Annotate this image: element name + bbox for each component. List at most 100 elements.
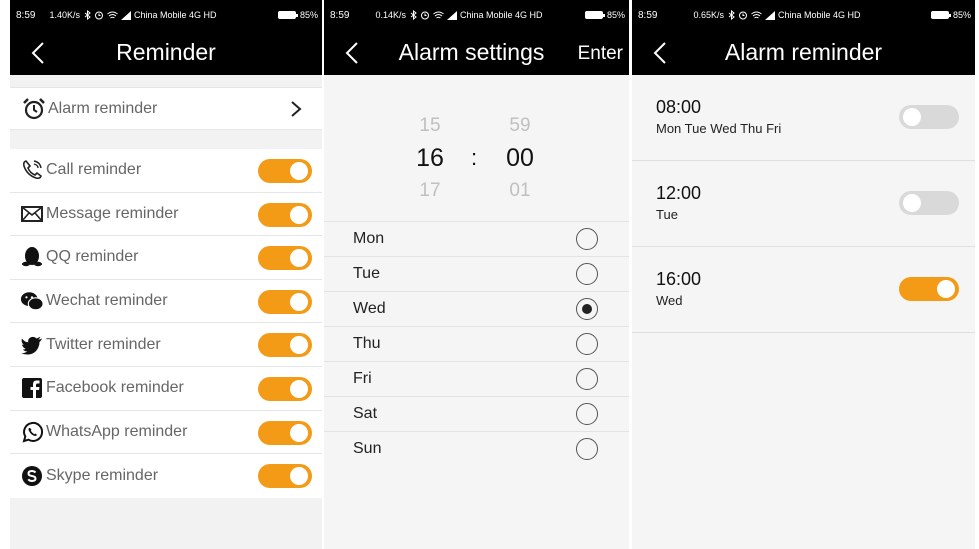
twitter-icon [20,333,44,357]
alarm-status-icon [95,11,103,20]
alarm-time: 16:00 [656,269,702,289]
wifi-icon [107,11,118,18]
whatsapp-reminder-toggle[interactable] [258,420,312,445]
list-item: Call reminder [10,149,322,193]
alarm-days: Mon Tue Wed Thu Fri [656,121,782,136]
alarm-toggle[interactable] [899,191,959,215]
day-radio-sun[interactable] [576,438,598,460]
alarm-list: 08:00 Mon Tue Wed Thu Fri 12:00 Tue 16:0… [632,75,975,333]
day-label: Wed [353,300,386,317]
carrier-label: China Mobile 4G HD [134,10,217,20]
back-arrow-icon[interactable] [650,40,674,66]
list-item: Wechat reminder [10,280,322,324]
alarm-time: 08:00 [656,97,702,117]
bluetooth-icon [84,10,91,20]
title-bar: Alarm reminder [632,30,975,75]
status-bar: 8:59 0.14K/s China Mobile 4G HD 85% [324,0,629,30]
back-arrow-icon[interactable] [28,40,52,66]
alarm-item[interactable]: 16:00 Wed [632,247,975,333]
title-bar: Alarm settings Enter [324,30,629,75]
phone-icon [20,158,44,182]
day-radio-tue[interactable] [576,263,598,285]
wechat-icon [20,289,44,313]
wechat-reminder-toggle[interactable] [258,289,312,314]
battery-level: 85% [299,10,318,20]
envelope-icon [20,202,44,226]
list-item: Facebook reminder [10,367,322,411]
alarm-days: Tue [656,207,678,222]
battery-icon [277,11,298,19]
page-title: Reminder [116,39,216,65]
alarm-status-icon [421,11,429,20]
network-speed: 0.14K/s [375,10,406,20]
signal-icon [121,10,131,20]
minute-selected[interactable]: 00 [490,144,550,173]
list-item: Twitter reminder [10,323,322,367]
status-time: 8:59 [16,9,36,21]
reminder-screen: 8:59 1.40K/s China Mobile 4G HD 85% Remi… [10,0,322,549]
day-radio-mon[interactable] [576,228,598,250]
list-item: Message reminder [10,193,322,237]
repeat-days-list: Mon Tue Wed Thu Fri Sat Sun [324,221,629,466]
whatsapp-icon [20,420,44,444]
day-radio-sat[interactable] [576,403,598,425]
day-radio-fri[interactable] [576,368,598,390]
day-label: Mon [353,230,385,247]
alarm-toggle[interactable] [899,277,959,301]
carrier-label: China Mobile 4G HD [778,10,861,20]
hour-selected[interactable]: 16 [400,144,460,173]
facebook-reminder-toggle[interactable] [258,376,312,401]
enter-button[interactable]: Enter [578,43,623,65]
twitter-reminder-toggle[interactable] [258,333,312,358]
day-row-tue[interactable]: Tue [324,256,629,291]
reminder-list: Call reminder Message reminder QQ remind… [10,149,322,498]
list-item: QQ reminder [10,236,322,280]
status-bar: 8:59 1.40K/s China Mobile 4G HD 85% [10,0,322,30]
back-arrow-icon[interactable] [342,40,366,66]
minute-next[interactable]: 01 [490,180,550,202]
wechat-reminder-label: Wechat reminder [46,292,168,310]
qq-penguin-icon [20,245,44,269]
day-row-sat[interactable]: Sat [324,396,629,431]
day-row-fri[interactable]: Fri [324,361,629,396]
time-picker[interactable]: 15 16 17 : 59 00 01 [324,95,629,220]
alarm-item[interactable]: 12:00 Tue [632,161,975,247]
day-row-wed[interactable]: Wed [324,291,629,326]
call-reminder-toggle[interactable] [258,159,312,183]
day-row-thu[interactable]: Thu [324,326,629,361]
alarm-toggle[interactable] [899,105,959,129]
facebook-reminder-label: Facebook reminder [46,379,184,397]
status-icons [410,10,457,20]
day-label: Tue [353,265,380,282]
battery-level: 85% [606,10,625,20]
alarm-reminder-screen: 8:59 0.65K/s China Mobile 4G HD 85% Alar… [632,0,975,549]
page-title: Alarm reminder [724,39,883,65]
alarm-days: Wed [656,293,683,308]
whatsapp-reminder-label: WhatsApp reminder [46,422,188,440]
day-radio-thu[interactable] [576,333,598,355]
day-radio-wed[interactable] [576,298,598,320]
hour-next[interactable]: 17 [400,180,460,202]
alarm-reminder-row[interactable]: Alarm reminder [10,87,322,130]
bluetooth-icon [728,10,735,20]
minute-prev[interactable]: 59 [490,115,550,137]
status-time: 8:59 [330,9,350,21]
alarm-time: 12:00 [656,183,702,203]
day-row-mon[interactable]: Mon [324,221,629,256]
day-label: Sun [353,440,382,457]
qq-reminder-label: QQ reminder [46,248,139,266]
qq-reminder-toggle[interactable] [258,246,312,271]
message-reminder-toggle[interactable] [258,202,312,227]
call-reminder-label: Call reminder [46,161,142,179]
status-icons [728,10,775,20]
title-bar: Reminder [10,30,322,75]
hour-prev[interactable]: 15 [400,115,460,137]
alarm-item[interactable]: 08:00 Mon Tue Wed Thu Fri [632,75,975,161]
battery-level: 85% [952,10,971,20]
skype-reminder-toggle[interactable] [258,464,312,489]
skype-icon [20,464,44,488]
day-row-sun[interactable]: Sun [324,431,629,466]
day-label: Sat [353,405,378,422]
page-title: Alarm settings [398,39,545,65]
twitter-reminder-label: Twitter reminder [46,335,161,353]
